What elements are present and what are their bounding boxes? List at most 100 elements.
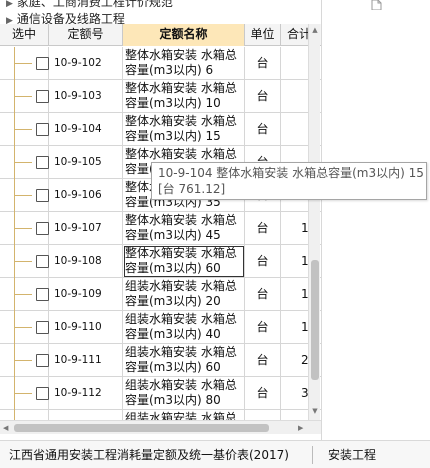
chevron-right-icon[interactable]: ▶ <box>6 0 13 9</box>
unit-cell[interactable]: 台 <box>245 113 281 146</box>
table-row[interactable]: 10-9-104 整体水箱安装 水箱总 容量(m3以内) 15 台 <box>0 113 321 146</box>
quota-code-cell[interactable]: 10-9-112 <box>49 377 123 410</box>
tree-connector <box>14 129 32 130</box>
column-header-select[interactable]: 选中 <box>0 24 49 46</box>
quota-code-cell[interactable] <box>49 410 123 420</box>
tree-item[interactable]: ▶ 家庭、工商消费工程计价规范 <box>6 0 173 10</box>
unit-cell[interactable]: 台 <box>245 377 281 410</box>
table-row[interactable]: 10-9-110 组装水箱安装 水箱总 容量(m3以内) 40 台 1 <box>0 311 321 344</box>
table-row[interactable]: 10-9-108 整体水箱安装 水箱总 容量(m3以内) 60 台 1 <box>0 245 321 278</box>
table-row[interactable]: 10-9-103 整体水箱安装 水箱总 容量(m3以内) 10 台 <box>0 80 321 113</box>
row-checkbox[interactable] <box>36 255 49 268</box>
table-row[interactable]: 10-9-102 整体水箱安装 水箱总 容量(m3以内) 6台 <box>0 47 321 80</box>
tree-item-label: 家庭、工商消费工程计价规范 <box>16 0 173 9</box>
row-checkbox[interactable] <box>36 156 49 169</box>
select-cell <box>0 410 49 420</box>
column-header-name[interactable]: 定额名称 <box>123 24 245 46</box>
row-checkbox[interactable] <box>36 288 49 301</box>
status-bar: 江西省通用安装工程消耗量定额及统一基价表(2017) 安装工程 <box>0 440 430 468</box>
vertical-scrollbar[interactable]: ▲ ▼ <box>308 24 320 420</box>
horizontal-scrollbar[interactable]: ◀ ▶ <box>0 420 321 434</box>
tree-connector <box>14 96 32 97</box>
quota-name-cell[interactable]: 组装水箱安装 水箱总 容量(m3以内) 20 <box>123 278 245 311</box>
unit-cell[interactable]: 台 <box>245 80 281 113</box>
tree-connector <box>14 360 32 361</box>
quota-name-cell[interactable]: 组装水箱安装 水箱总 容量(m3以内) 40 <box>123 311 245 344</box>
unit-cell[interactable]: 台 <box>245 47 281 80</box>
quota-name-cell[interactable]: 整体水箱安装 水箱总 容量(m3以内) 15 <box>123 113 245 146</box>
quota-name-cell[interactable]: 组装水箱安装 水箱总 容量(m3以内) 60 <box>123 344 245 377</box>
row-checkbox[interactable] <box>36 222 49 235</box>
tree-item[interactable]: ▶ 通信设备及线路工程 <box>6 10 125 24</box>
row-checkbox[interactable] <box>36 354 49 367</box>
tree-panel: ▶ 家庭、工商消费工程计价规范 ▶ 通信设备及线路工程 <box>0 0 320 24</box>
column-header-unit[interactable]: 单位 <box>245 24 281 46</box>
tree-item-label: 通信设备及线路工程 <box>16 12 125 24</box>
select-cell <box>0 344 49 377</box>
quota-code-cell[interactable]: 10-9-102 <box>49 47 123 80</box>
unit-cell[interactable]: 台 <box>245 344 281 377</box>
select-cell <box>0 311 49 344</box>
select-cell <box>0 146 49 179</box>
table-row[interactable]: 10-9-112 组装水箱安装 水箱总 容量(m3以内) 80 台 3 <box>0 377 321 410</box>
select-cell <box>0 80 49 113</box>
select-cell <box>0 377 49 410</box>
quota-code-cell[interactable]: 10-9-106 <box>49 179 123 212</box>
quota-code-cell[interactable]: 10-9-111 <box>49 344 123 377</box>
grid-header: 选中 定额号 定额名称 单位 合计 <box>0 24 321 46</box>
grid-body: 10-9-102 整体水箱安装 水箱总 容量(m3以内) 6 台 10-9-103 整体… <box>0 47 321 420</box>
row-checkbox[interactable] <box>36 321 49 334</box>
tree-connector <box>14 261 32 262</box>
scroll-left-icon[interactable]: ◀ <box>3 421 8 435</box>
vertical-scroll-thumb[interactable] <box>311 260 319 380</box>
table-row[interactable]: 10-9-111 组装水箱安装 水箱总 容量(m3以内) 60 台 2 <box>0 344 321 377</box>
select-cell <box>0 179 49 212</box>
scroll-right-icon[interactable]: ▶ <box>298 421 303 435</box>
unit-cell[interactable]: 台 <box>245 311 281 344</box>
chevron-right-icon[interactable]: ▶ <box>6 16 13 24</box>
tree-connector <box>14 294 32 295</box>
row-checkbox[interactable] <box>36 123 49 136</box>
row-checkbox[interactable] <box>36 189 49 202</box>
quota-code-cell[interactable]: 10-9-110 <box>49 311 123 344</box>
quota-code-cell[interactable]: 10-9-107 <box>49 212 123 245</box>
tree-connector <box>14 410 15 420</box>
unit-cell[interactable]: 台 <box>245 245 281 278</box>
table-row[interactable]: 组装水箱安装 水箱总 容量(m3以内) 100 <box>0 410 321 420</box>
tooltip-title: 10-9-104 整体水箱安装 水箱总容量(m3以内) 15 <box>158 166 424 180</box>
table-row[interactable]: 10-9-107 整体水箱安装 水箱总 容量(m3以内) 45 台 1 <box>0 212 321 245</box>
table-row[interactable]: 10-9-109 组装水箱安装 水箱总 容量(m3以内) 20 台 1 <box>0 278 321 311</box>
tree-connector <box>14 195 32 196</box>
select-cell <box>0 47 49 80</box>
quota-name-cell[interactable]: 整体水箱安装 水箱总 容量(m3以内) 10 <box>123 80 245 113</box>
quota-code-cell[interactable]: 10-9-109 <box>49 278 123 311</box>
quota-name-cell[interactable]: 整体水箱安装 水箱总 容量(m3以内) 45 <box>123 212 245 245</box>
scroll-down-icon[interactable]: ▼ <box>309 407 321 415</box>
column-header-code[interactable]: 定额号 <box>49 24 123 46</box>
quota-name-cell[interactable]: 整体水箱安装 水箱总 容量(m3以内) 6 <box>123 47 245 80</box>
tree-connector <box>14 162 32 163</box>
tree-connector <box>14 228 32 229</box>
scroll-up-icon[interactable]: ▲ <box>309 26 321 34</box>
quota-code-cell[interactable]: 10-9-103 <box>49 80 123 113</box>
select-cell <box>0 245 49 278</box>
tree-connector <box>14 63 32 64</box>
unit-cell[interactable]: 台 <box>245 278 281 311</box>
tooltip-price: [台 761.12] <box>158 182 226 196</box>
quota-grid: 选中 定额号 定额名称 单位 合计 10-9-102 整体水箱安装 水箱总 容量(… <box>0 24 321 420</box>
quota-code-cell[interactable]: 10-9-105 <box>49 146 123 179</box>
row-checkbox[interactable] <box>36 387 49 400</box>
status-category: 安装工程 <box>328 448 377 462</box>
unit-cell[interactable]: 台 <box>245 212 281 245</box>
unit-cell[interactable] <box>245 410 281 420</box>
row-checkbox[interactable] <box>36 57 49 70</box>
quota-name-cell[interactable]: 组装水箱安装 水箱总 容量(m3以内) 80 <box>123 377 245 410</box>
quota-code-cell[interactable]: 10-9-108 <box>49 245 123 278</box>
quota-code-cell[interactable]: 10-9-104 <box>49 113 123 146</box>
row-checkbox[interactable] <box>36 90 49 103</box>
document-icon <box>371 0 382 10</box>
quota-name-cell[interactable]: 组装水箱安装 水箱总 容量(m3以内) 100 <box>123 410 245 420</box>
quota-name-cell[interactable]: 整体水箱安装 水箱总 容量(m3以内) 60 <box>123 245 245 278</box>
horizontal-scroll-thumb[interactable] <box>14 424 269 432</box>
quota-tooltip: 10-9-104 整体水箱安装 水箱总容量(m3以内) 15 [台 761.12… <box>151 162 427 200</box>
